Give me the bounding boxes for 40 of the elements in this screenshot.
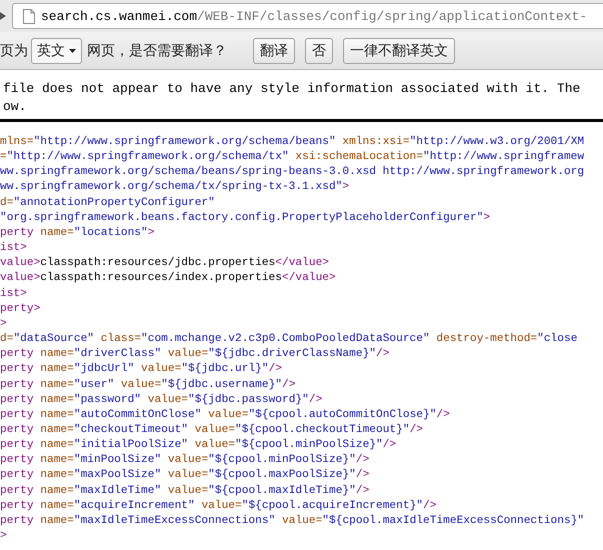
translate-prompt: 页为: [0, 41, 28, 60]
xml-code-line: perty name="locations">: [0, 226, 154, 241]
xml-code-line: ist>: [0, 241, 27, 256]
xml-code-line: perty name="checkoutTimeout" value="${cpool.checkoutTimeout}"/>: [0, 422, 424, 438]
xml-code-line: value>classpath:resources/jdbc.properties</value>: [0, 256, 329, 272]
xml-code-line: d="dataSource" class="com.mchange.v2.c3p0.ComboPooledDataSource" destroy-method="close: [0, 332, 578, 348]
translate-option-button[interactable]: 一律不翻译英文: [343, 38, 455, 64]
xml-code-line: ="http://www.springframework.org/schema/tx" xsi:schemaLocation="http://www.springframew: [0, 150, 584, 166]
xml-code-line: perty name="jdbcUrl" value="${jdbc.url}"/>: [0, 362, 282, 378]
notice-text: file does not appear to have any style information associated with it. The: [3, 80, 580, 98]
xml-code-line: perty>: [0, 302, 40, 317]
translate-option-button[interactable]: 翻译: [253, 38, 295, 64]
address-field[interactable]: search.cs.wanmei.com/WEB-INF/classes/config/spring/applicationContext-: [12, 3, 603, 29]
notice-text: ow.: [3, 98, 26, 116]
xml-code-line: "org.springframework.beans.factory.config.PropertyPlaceholderConfigurer">: [0, 210, 490, 226]
xml-code-line: perty name="driverClass" value="${jdbc.driverClassName}"/>: [0, 347, 390, 362]
xml-code-line: mlns="http://www.springframework.org/schema/beans" xmlns:xsi="http://www.w3.org/2001/XM: [0, 135, 584, 150]
xml-code-line: ww.springframework.org/schema/beans/spring-beans-3.0.xsd http://www.springframework.org: [0, 165, 584, 180]
xml-code-line: perty name="initialPoolSize" value="${cpool.minPoolSize}"/>: [0, 438, 396, 454]
translate-question: 网页，是否需要翻译？: [87, 41, 227, 60]
xml-code-line: d="annotationPropertyConfigurer": [0, 196, 215, 211]
forward-icon[interactable]: [0, 10, 8, 22]
xml-code-line: >: [0, 316, 7, 332]
xml-code-line: perty name="maxIdleTime" value="${cpool.maxIdleTime}"/>: [0, 484, 370, 499]
page-icon: [23, 8, 35, 24]
xml-code-line: ww.springframework.org/schema/tx/spring-tx-3.1.xsd">: [0, 180, 350, 196]
xml-code-line: perty name="maxIdleTimeExcessConnections" value="${cpool.maxIdleTimeExcessConnections}": [0, 514, 584, 529]
xml-code-line: perty name="acquireIncrement" value="${cpool.acquireIncrement}"/>: [0, 498, 436, 514]
xml-code-line: >: [0, 529, 7, 544]
language-select[interactable]: 英文: [31, 38, 82, 64]
xml-code-line: perty name="autoCommitOnClose" value="${cpool.autoCommitOnClose}"/>: [0, 408, 450, 423]
xml-code-line: perty name="user" value="${jdbc.username}"/>: [0, 378, 296, 392]
xml-code-line: value>classpath:resources/index.properties</value>: [0, 271, 336, 286]
xml-code-line: perty name="password" value="${jdbc.password}"/>: [0, 392, 322, 408]
xml-code-line: ist>: [0, 286, 27, 302]
caret-icon: [69, 48, 76, 52]
translate-option-button[interactable]: 否: [305, 38, 333, 64]
url-text: search.cs.wanmei.com/WEB-INF/classes/config/spring/applicationContext-: [41, 10, 588, 22]
xml-code-line: perty name="maxPoolSize" value="${cpool.maxPoolSize}"/>: [0, 468, 370, 484]
xml-code-line: perty name="minPoolSize" value="${cpool.minPoolSize}"/>: [0, 453, 370, 468]
